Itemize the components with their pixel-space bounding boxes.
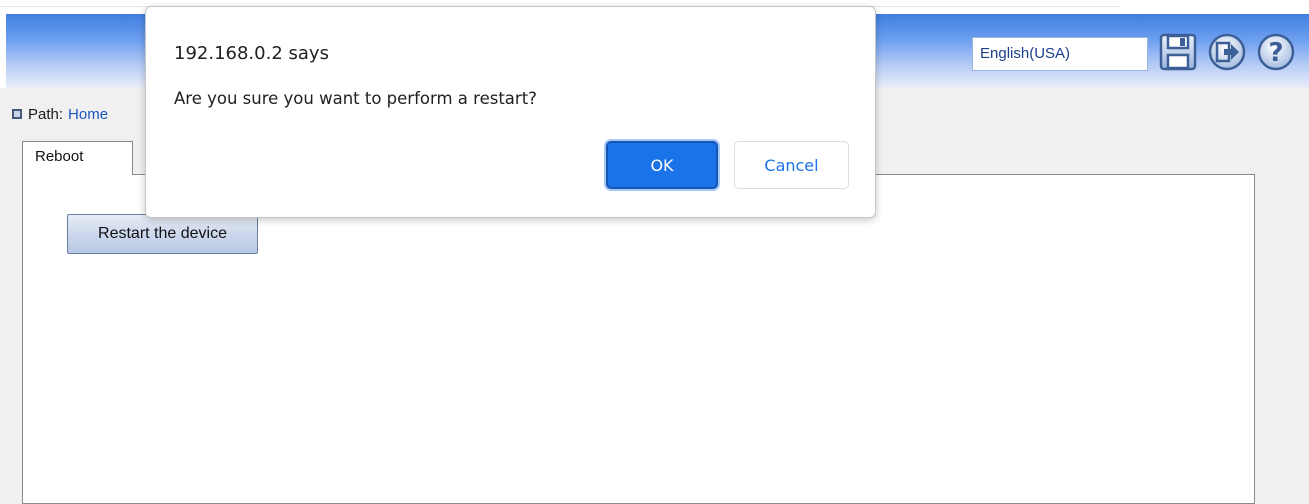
- confirm-dialog: 192.168.0.2 says Are you sure you want t…: [145, 6, 876, 218]
- language-select[interactable]: English(USA): [972, 37, 1148, 71]
- path-label: Path:: [28, 105, 64, 123]
- svg-text:?: ?: [1268, 38, 1283, 68]
- restart-device-button[interactable]: Restart the device: [67, 214, 258, 254]
- cancel-button[interactable]: Cancel: [734, 141, 849, 189]
- path-home-link[interactable]: Home: [68, 106, 108, 123]
- tab-reboot-label: Reboot: [35, 148, 84, 165]
- dialog-message: Are you sure you want to perform a resta…: [174, 89, 537, 108]
- save-icon[interactable]: [1158, 32, 1198, 72]
- breadcrumb: Path: Home: [10, 104, 108, 124]
- ok-button[interactable]: OK: [606, 141, 718, 189]
- language-select-value: English(USA): [980, 45, 1071, 62]
- path-bullet-icon: [12, 109, 22, 119]
- dialog-title: 192.168.0.2 says: [174, 43, 329, 64]
- help-icon[interactable]: ?: [1256, 32, 1296, 72]
- logout-icon[interactable]: [1207, 32, 1247, 72]
- tab-join: [23, 173, 132, 176]
- tab-reboot[interactable]: Reboot: [22, 141, 133, 175]
